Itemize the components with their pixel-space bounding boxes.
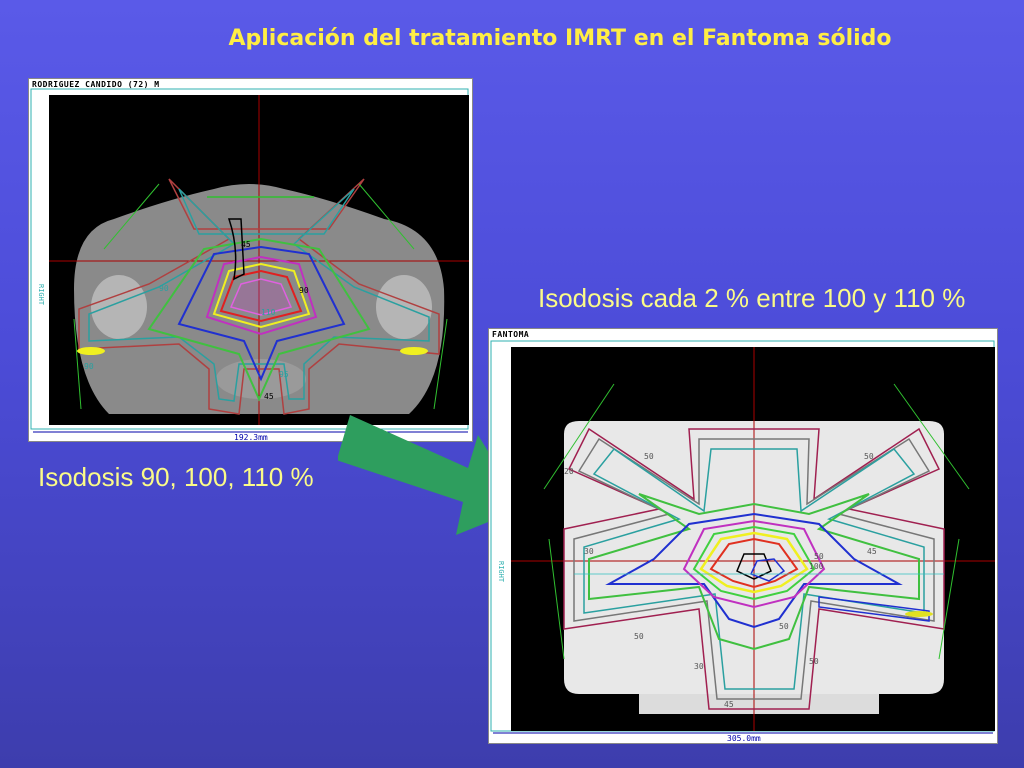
iso-label: 50 xyxy=(644,452,654,461)
iso-label: 50 xyxy=(779,622,789,631)
ct-image-patient: RODRIGUEZ CANDIDO (72) M 45 90 90 45 95 … xyxy=(28,78,473,442)
iso-label: 30 xyxy=(694,662,704,671)
side-label: RIGHT xyxy=(37,284,45,306)
scale-label: 305.0mm xyxy=(727,734,761,743)
isodose-plot-patient: 45 90 90 45 95 90 110 RIGHT 192.3mm xyxy=(30,88,469,441)
isodose-plot-phantom: 50 50 30 50 50 50 45 100 45 30 50 20 RIG… xyxy=(490,340,995,743)
iso-label: 100 xyxy=(809,562,824,571)
slide-title: Aplicación del tratamiento IMRT en el Fa… xyxy=(228,26,892,51)
iso-label: 20 xyxy=(564,467,574,476)
iso-label: 90 xyxy=(299,286,309,295)
iso-label: 50 xyxy=(864,452,874,461)
iso-label: 50 xyxy=(814,552,824,561)
iso-label: 45 xyxy=(724,700,734,709)
ct-image-phantom: FANTOMA 50 50 30 50 50 50 45 100 45 30 5… xyxy=(488,328,998,744)
iso-label: 110 xyxy=(261,308,276,317)
caption-left: Isodosis 90, 100, 110 % xyxy=(38,462,314,492)
scale-label: 192.3mm xyxy=(234,433,268,441)
iso-label: 95 xyxy=(279,370,289,379)
iso-label: 90 xyxy=(84,362,94,371)
iso-label: 45 xyxy=(264,392,274,401)
iso-label: 50 xyxy=(634,632,644,641)
iso-label: 50 xyxy=(809,657,819,666)
caption-right: Isodosis cada 2 % entre 100 y 110 % xyxy=(538,283,966,313)
iso-label: 45 xyxy=(867,547,877,556)
iso-label: 30 xyxy=(584,547,594,556)
iso-label: 90 xyxy=(159,284,169,293)
iso-label: 45 xyxy=(241,240,251,249)
side-label: RIGHT xyxy=(497,561,505,583)
